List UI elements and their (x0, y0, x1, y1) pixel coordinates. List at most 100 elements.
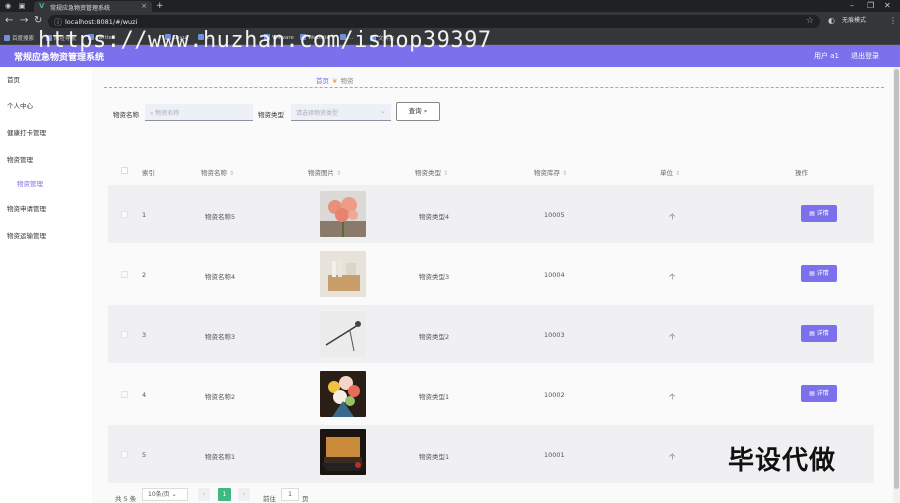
sidebar-item-transport[interactable]: 物资运输管理 (7, 230, 46, 240)
divider (104, 87, 884, 88)
cell-stock: 10005 (544, 211, 565, 219)
cell-index: 2 (142, 271, 147, 279)
supply-image-wooden-box (320, 251, 366, 297)
cell-unit: 个 (669, 393, 676, 401)
row-checkbox[interactable] (121, 211, 128, 218)
cell-unit: 个 (669, 213, 676, 221)
cell-name: 物资名称2 (205, 393, 236, 401)
forward-icon[interactable]: → (20, 16, 28, 26)
cell-unit: 个 (669, 333, 676, 341)
cell-stock: 10003 (544, 331, 565, 339)
url-text: localhost:8081/#/wuzi (65, 18, 138, 26)
page-number-current[interactable]: 1 (218, 488, 231, 501)
site-info-icon[interactable]: ⓘ (54, 17, 62, 28)
back-icon[interactable]: ← (5, 16, 13, 26)
supply-image-laptop (320, 429, 366, 475)
bookmark-item[interactable]: 百度搜索 (4, 34, 34, 42)
cell-type: 物资类型1 (419, 453, 450, 461)
col-header-type[interactable]: 物资类型 ⇕ (415, 167, 448, 177)
cell-stock: 10002 (544, 391, 565, 399)
sort-icon: ⇕ (443, 170, 449, 177)
window-close-icon[interactable]: ✕ (884, 1, 891, 10)
tab-title: 常规应急物资管理系统 (50, 5, 111, 12)
type-filter-label: 物资类型 (258, 111, 284, 119)
breadcrumb: 首页 ❦ 物资 (316, 75, 353, 85)
col-header-index[interactable]: 索引 (142, 167, 155, 177)
detail-button[interactable]: ▤ 详情 (801, 265, 837, 282)
detail-button[interactable]: ▤ 详情 (801, 205, 837, 222)
col-header-stock[interactable]: 物资库存 ⇕ (534, 167, 567, 177)
scrollbar-thumb[interactable] (894, 69, 899, 489)
prev-page-button[interactable]: ‹ (198, 488, 210, 501)
sidebar-item-home[interactable]: 首页 (7, 74, 20, 84)
tab-search-icon[interactable]: ▣ (18, 2, 26, 10)
sidebar: 首页 个人中心 健康打卡管理 物资管理 物资管理 物资申请管理 物资运输管理 (0, 67, 92, 503)
detail-button[interactable]: ▤ 详情 (801, 385, 837, 402)
cell-index: 3 (142, 331, 147, 339)
sidebar-item-applications[interactable]: 物资申请管理 (7, 203, 46, 213)
reload-icon[interactable]: ↻ (34, 16, 42, 26)
cell-name: 物资名称5 (205, 213, 236, 221)
supply-image-flower-pink (320, 191, 366, 237)
cell-index: 4 (142, 391, 147, 399)
profile-label[interactable]: 无痕模式 (842, 15, 866, 24)
detail-button[interactable]: ▤ 详情 (801, 325, 837, 342)
overlay-stamp: 毕设代做 (728, 446, 837, 476)
cell-name: 物资名称1 (205, 453, 236, 461)
col-header-name[interactable]: 物资名称 ⇕ (201, 167, 234, 177)
bookmark-star-icon[interactable]: ☆ (806, 16, 814, 26)
row-checkbox[interactable] (121, 451, 128, 458)
breadcrumb-home[interactable]: 首页 (316, 77, 329, 85)
cell-type: 物资类型4 (419, 213, 450, 221)
incognito-icon: ◐ (828, 16, 835, 25)
new-tab-button[interactable]: + (156, 1, 164, 11)
type-select[interactable]: 请选择物资类型 ⌄ (291, 104, 391, 121)
page-size-select[interactable]: 10条/页 ⌄ (142, 488, 188, 501)
supply-image-bouquet (320, 371, 366, 417)
sidebar-item-health-checkin[interactable]: 健康打卡管理 (7, 127, 46, 137)
col-header-unit[interactable]: 单位 ⇕ (660, 167, 680, 177)
browser-menu-icon[interactable]: ⋮ (889, 16, 897, 25)
breadcrumb-current: 物资 (340, 77, 354, 85)
main-content: 首页 ❦ 物资 物资名称 ⌕ 物资名称 物资类型 请选择物资类型 ⌄ 查询 ⌕ 索引… (92, 67, 900, 503)
query-button[interactable]: 查询 ⌕ (396, 102, 440, 121)
sidebar-item-profile[interactable]: 个人中心 (7, 100, 33, 110)
goto-label: 前往 (263, 495, 276, 503)
name-search-input[interactable]: ⌕ 物资名称 (145, 104, 253, 121)
current-user: 用户 a1 (814, 52, 839, 60)
minimize-icon[interactable]: – (850, 1, 854, 10)
maximize-icon[interactable]: ❐ (867, 1, 874, 10)
row-checkbox[interactable] (121, 331, 128, 338)
cell-type: 物资类型1 (419, 393, 450, 401)
row-checkbox[interactable] (121, 391, 128, 398)
vertical-scrollbar[interactable] (893, 67, 900, 503)
table-row: 2 物资名称4 物资类型3 10004 个 ▤ 详情 (108, 245, 874, 303)
page-suffix: 页 (302, 495, 309, 503)
goto-page-input[interactable]: 1 (281, 488, 299, 501)
type-select-placeholder: 请选择物资类型 (296, 110, 339, 117)
col-header-image[interactable]: 物资图片 ⇕ (308, 167, 341, 177)
sidebar-item-supplies[interactable]: 物资管理 (7, 154, 33, 164)
cell-stock: 10001 (544, 451, 565, 459)
close-tab-icon[interactable]: × (141, 2, 147, 10)
logout-link[interactable]: 退出登录 (851, 51, 879, 61)
cell-stock: 10004 (544, 271, 565, 279)
cell-type: 物资类型3 (419, 273, 450, 281)
table-row: 1 物资名称5 物资类型4 10005 个 ▤ 详情 (108, 185, 874, 243)
next-page-button[interactable]: › (238, 488, 250, 501)
chevron-down-icon: ⌄ (380, 107, 386, 115)
window-menu-icon[interactable]: ◉ (4, 2, 12, 10)
sidebar-subitem-supplies[interactable]: 物资管理 (17, 178, 43, 188)
browser-tab[interactable]: V 常规应急物资管理系统 × (34, 1, 152, 12)
pagination-total: 共 5 条 (115, 495, 137, 503)
name-filter-label: 物资名称 (113, 111, 139, 119)
vue-favicon-icon: V (39, 2, 45, 10)
sort-icon: ⇕ (675, 170, 681, 177)
supply-image-single-flower (320, 311, 366, 357)
name-search-placeholder: ⌕ 物资名称 (150, 110, 180, 117)
table-row: 3 物资名称3 物资类型2 10003 个 ▤ 详情 (108, 305, 874, 363)
row-checkbox[interactable] (121, 271, 128, 278)
select-all-checkbox[interactable] (121, 167, 128, 174)
url-field[interactable]: ⓘ localhost:8081/#/wuzi ☆ (48, 15, 820, 28)
breadcrumb-separator-icon: ❦ (332, 77, 338, 85)
